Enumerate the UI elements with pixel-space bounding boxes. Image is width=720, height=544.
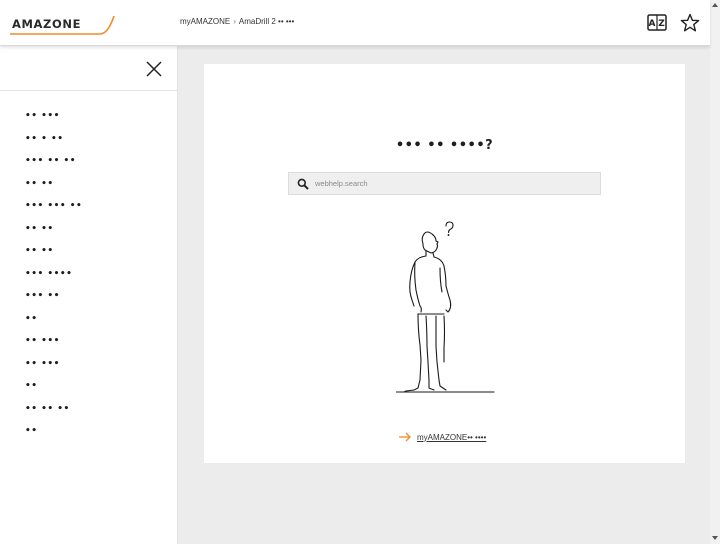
- scroll-up-arrow-icon[interactable]: [712, 3, 718, 7]
- sidebar-item[interactable]: •• ••: [0, 179, 177, 202]
- scrollbar[interactable]: [710, 0, 720, 544]
- sidebar-item[interactable]: ••• ••• ••: [0, 201, 177, 224]
- breadcrumb: myAMAZONE › AmaDrill 2 •• •••: [180, 17, 294, 26]
- star-icon[interactable]: [680, 13, 700, 33]
- sidebar: •• ••• •• • •• ••• •• •• •• •• ••• ••• •…: [0, 46, 178, 544]
- sidebar-top: [0, 46, 177, 91]
- breadcrumb-separator: ›: [233, 17, 236, 26]
- arrow-right-icon: [399, 432, 411, 442]
- search-box[interactable]: [288, 172, 601, 195]
- scroll-down-arrow-icon[interactable]: [712, 536, 718, 540]
- top-header: AMAZONE myAMAZONE › AmaDrill 2 •• ••• A Z: [0, 0, 710, 46]
- search-icon[interactable]: [297, 178, 309, 190]
- sidebar-item[interactable]: ••• ••: [0, 291, 177, 314]
- amazone-logo[interactable]: AMAZONE: [10, 12, 118, 38]
- sidebar-item[interactable]: •• ••: [0, 224, 177, 247]
- svg-text:A: A: [649, 19, 656, 29]
- breadcrumb-home[interactable]: myAMAZONE: [180, 17, 230, 26]
- sidebar-item[interactable]: •• •••: [0, 359, 177, 382]
- az-dictionary-icon[interactable]: A Z: [647, 13, 667, 33]
- confused-person-illustration: [396, 221, 495, 393]
- sidebar-item[interactable]: ••• ••••: [0, 269, 177, 292]
- sidebar-item[interactable]: •• ••: [0, 246, 177, 269]
- sidebar-nav: •• ••• •• • •• ••• •• •• •• •• ••• ••• •…: [0, 91, 177, 449]
- main-card: ••• •• ••••? webhelp.search myAMAZONE•• …: [204, 64, 685, 463]
- breadcrumb-current[interactable]: AmaDrill 2 •• •••: [239, 17, 294, 26]
- close-icon[interactable]: [144, 59, 164, 79]
- sidebar-item[interactable]: •• • ••: [0, 134, 177, 157]
- sidebar-item[interactable]: •• •••: [0, 336, 177, 359]
- sidebar-item[interactable]: ••• •• ••: [0, 156, 177, 179]
- page-heading: ••• •• ••••?: [395, 138, 494, 153]
- myamazone-link[interactable]: myAMAZONE•• ••••: [398, 432, 486, 442]
- search-input[interactable]: [315, 179, 585, 188]
- logo-swoosh: [10, 15, 115, 35]
- sidebar-item[interactable]: ••: [0, 381, 177, 404]
- sidebar-item[interactable]: ••: [0, 426, 177, 449]
- myamazone-link-text[interactable]: myAMAZONE•• ••••: [417, 433, 486, 442]
- sidebar-item[interactable]: ••: [0, 314, 177, 337]
- sidebar-item[interactable]: •• •• ••: [0, 404, 177, 427]
- svg-text:Z: Z: [658, 19, 665, 29]
- sidebar-item[interactable]: •• •••: [0, 111, 177, 134]
